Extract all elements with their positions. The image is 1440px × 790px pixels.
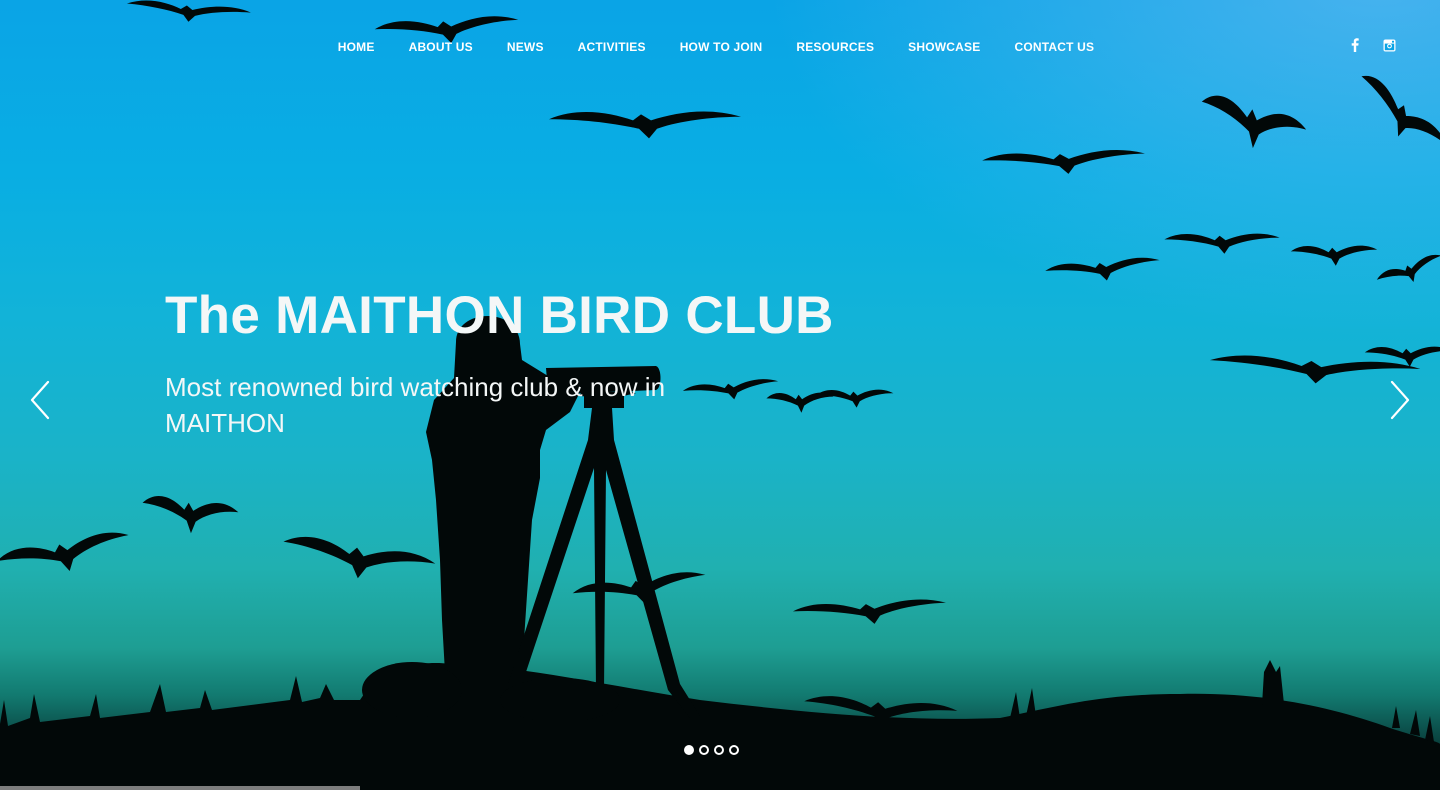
- nav-item-home[interactable]: HOME: [321, 38, 392, 56]
- main-navigation: HOME ABOUT US NEWS ACTIVITIES HOW TO JOI…: [0, 38, 1440, 56]
- hero-title: The MAITHON BIRD CLUB: [165, 286, 834, 345]
- chevron-left-icon: [30, 380, 50, 420]
- nav-item-contact-us[interactable]: CONTACT US: [997, 38, 1111, 56]
- next-slide-button[interactable]: [1384, 378, 1414, 422]
- nav-item-resources[interactable]: RESOURCES: [779, 38, 891, 56]
- social-links: [1348, 38, 1396, 52]
- nav-list: HOME ABOUT US NEWS ACTIVITIES HOW TO JOI…: [321, 38, 1111, 56]
- nav-item-about-us[interactable]: ABOUT US: [392, 38, 490, 56]
- ground-silhouette: [0, 660, 1440, 790]
- nav-item-showcase[interactable]: SHOWCASE: [891, 38, 997, 56]
- nav-item-how-to-join[interactable]: HOW TO JOIN: [663, 38, 780, 56]
- hero-subtitle: Most renowned bird watching club & now i…: [165, 372, 666, 438]
- slide-progress-bar: [0, 786, 360, 790]
- instagram-icon-glyph: [1383, 39, 1395, 51]
- nav-item-activities[interactable]: ACTIVITIES: [561, 38, 663, 56]
- slide-dot-4[interactable]: [729, 745, 739, 755]
- instagram-icon[interactable]: [1382, 38, 1396, 52]
- nav-item-news[interactable]: NEWS: [490, 38, 561, 56]
- flying-birds: [0, 0, 1440, 733]
- chevron-right-icon: [1390, 380, 1410, 420]
- slide-pagination: [684, 745, 739, 755]
- slide-dot-2[interactable]: [699, 745, 709, 755]
- facebook-icon-glyph: [1351, 38, 1359, 52]
- hero-slider: HOME ABOUT US NEWS ACTIVITIES HOW TO JOI…: [0, 0, 1440, 790]
- slide-dot-3[interactable]: [714, 745, 724, 755]
- previous-slide-button[interactable]: [26, 378, 56, 422]
- slide-dot-1[interactable]: [684, 745, 694, 755]
- facebook-icon[interactable]: [1348, 38, 1362, 52]
